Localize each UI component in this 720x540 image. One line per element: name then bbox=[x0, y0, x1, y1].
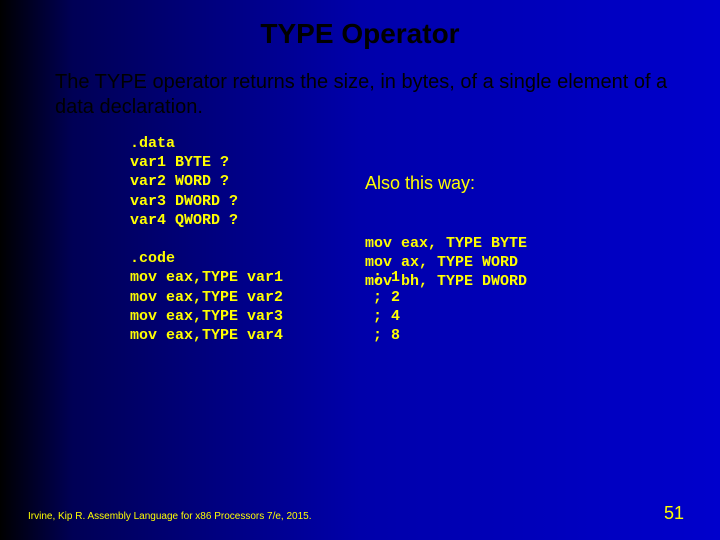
aside-code: mov eax, TYPE BYTE mov ax, TYPE WORD mov… bbox=[365, 234, 527, 292]
code-area: .data var1 BYTE ? var2 WORD ? var3 DWORD… bbox=[0, 120, 720, 345]
aside-heading: Also this way: bbox=[365, 172, 527, 195]
aside-block: Also this way: mov eax, TYPE BYTE mov ax… bbox=[365, 134, 527, 330]
footer-citation: Irvine, Kip R. Assembly Language for x86… bbox=[28, 511, 312, 522]
page-number: 51 bbox=[664, 503, 684, 524]
slide-description: The TYPE operator returns the size, in b… bbox=[0, 70, 720, 120]
slide-title: TYPE Operator bbox=[0, 0, 720, 70]
